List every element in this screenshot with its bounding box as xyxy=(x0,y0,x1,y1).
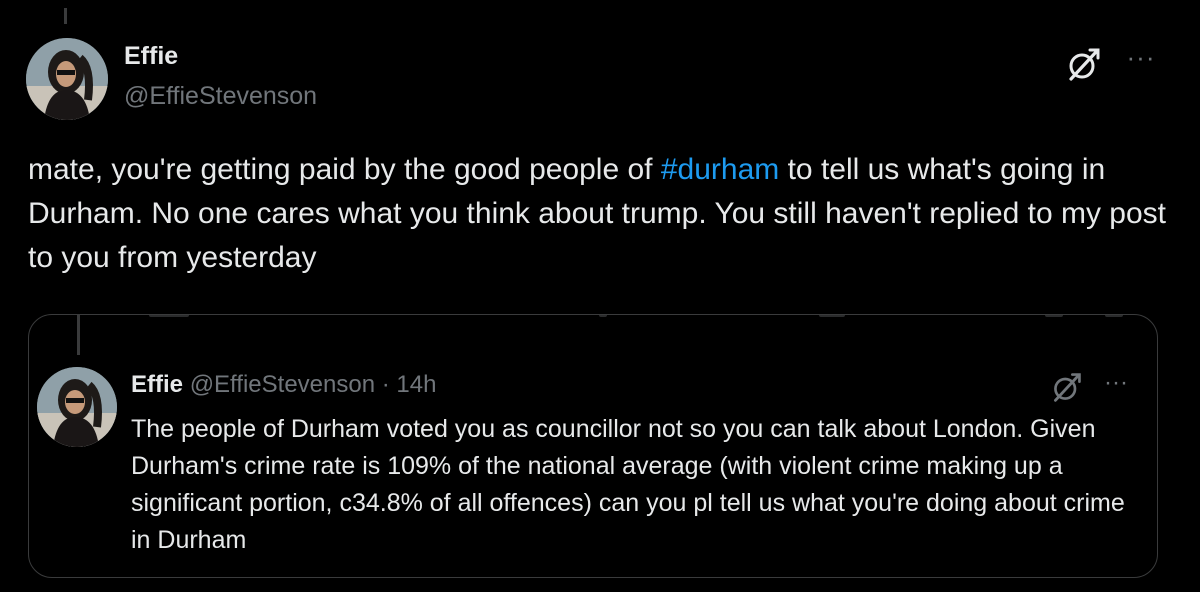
hashtag-link[interactable]: #durham xyxy=(661,153,779,186)
grok-icon[interactable] xyxy=(1066,46,1102,82)
quoted-top-artifact xyxy=(599,315,607,317)
quoted-separator: · xyxy=(381,371,390,398)
quoted-avatar-image xyxy=(37,367,117,447)
quoted-thread-connector-line xyxy=(77,315,80,355)
avatar-image xyxy=(26,38,108,120)
tweet-text-before: mate, you're getting paid by the good pe… xyxy=(28,153,661,186)
more-icon[interactable]: ··· xyxy=(1122,44,1160,70)
quoted-top-artifact xyxy=(149,315,189,317)
quoted-author-handle[interactable]: @EffieStevenson xyxy=(190,371,375,398)
quoted-header: Effie @EffieStevenson · 14h xyxy=(131,371,436,399)
quoted-timestamp[interactable]: 14h xyxy=(396,371,436,398)
quoted-tweet-card[interactable]: Effie @EffieStevenson · 14h ··· The peop… xyxy=(28,314,1158,578)
author-handle[interactable]: @EffieStevenson xyxy=(124,82,317,111)
tweet-text: mate, you're getting paid by the good pe… xyxy=(28,148,1178,280)
thread-connector-line xyxy=(64,8,67,24)
author-name[interactable]: Effie xyxy=(124,42,178,71)
quoted-grok-icon[interactable] xyxy=(1051,371,1083,403)
avatar[interactable] xyxy=(26,38,108,120)
quoted-top-artifact xyxy=(1045,315,1063,317)
quoted-avatar[interactable] xyxy=(37,367,117,447)
quoted-top-artifact xyxy=(819,315,845,317)
quoted-author-name[interactable]: Effie xyxy=(131,371,183,398)
quoted-tweet-text: The people of Durham voted you as counci… xyxy=(131,415,1125,554)
quoted-top-artifact xyxy=(1105,315,1123,317)
quoted-more-icon[interactable]: ··· xyxy=(1099,371,1133,395)
